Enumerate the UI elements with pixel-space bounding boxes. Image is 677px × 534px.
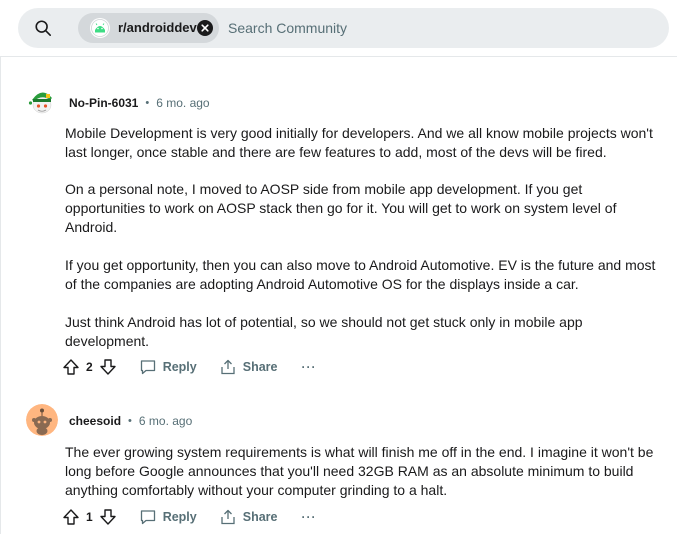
comment-paragraph: If you get opportunity, then you can als… <box>65 257 656 292</box>
meta-separator: • <box>145 97 150 109</box>
vote-group: 1 <box>62 508 117 526</box>
comment-meta: No-Pin-6031 • 6 mo. ago <box>69 96 210 110</box>
reply-button[interactable]: Reply <box>139 358 197 376</box>
community-chip[interactable]: r/androiddev <box>78 13 219 43</box>
upvote-icon[interactable] <box>62 358 80 376</box>
share-button[interactable]: Share <box>219 358 278 376</box>
search-icon[interactable] <box>34 19 52 37</box>
top-bar: r/androiddev <box>0 0 677 57</box>
vote-count: 2 <box>86 360 93 374</box>
more-options-button[interactable]: ··· <box>301 510 316 524</box>
vote-group: 2 <box>62 358 117 376</box>
snoo-avatar-icon <box>26 404 58 436</box>
vote-count: 1 <box>86 510 93 524</box>
author-name[interactable]: No-Pin-6031 <box>69 96 138 110</box>
thread-line <box>0 57 1 534</box>
comment-paragraph: Mobile Development is very good initiall… <box>65 125 653 160</box>
avatar[interactable] <box>26 86 58 118</box>
android-community-icon <box>90 18 110 38</box>
timestamp[interactable]: 6 mo. ago <box>139 414 192 428</box>
downvote-icon[interactable] <box>99 358 117 376</box>
comment-paragraph: Just think Android has lot of potential,… <box>65 314 583 349</box>
comment-bubble-icon <box>140 360 155 375</box>
avatar[interactable] <box>26 404 58 436</box>
comment-paragraph: On a personal note, I moved to AOSP side… <box>65 181 617 235</box>
reply-button[interactable]: Reply <box>139 508 197 526</box>
timestamp[interactable]: 6 mo. ago <box>156 96 209 110</box>
upvote-icon[interactable] <box>62 508 80 526</box>
comment-meta: cheesoid • 6 mo. ago <box>69 414 192 428</box>
close-circle-icon[interactable] <box>197 20 213 36</box>
author-name[interactable]: cheesoid <box>69 414 121 428</box>
community-chip-label: r/androiddev <box>118 20 197 35</box>
comment-bubble-icon <box>140 510 155 525</box>
snoo-avatar-icon <box>26 86 58 118</box>
more-options-button[interactable]: ··· <box>301 360 316 374</box>
share-label: Share <box>242 510 278 524</box>
comment-actions: 1 Reply Share ··· <box>62 506 316 528</box>
search-bar[interactable]: r/androiddev <box>18 8 669 48</box>
share-icon <box>221 509 235 525</box>
search-input[interactable] <box>228 17 648 39</box>
share-icon <box>221 359 235 375</box>
comment-actions: 2 Reply Share ··· <box>62 356 316 378</box>
share-button[interactable]: Share <box>219 508 278 526</box>
reply-label: Reply <box>162 510 197 524</box>
downvote-icon[interactable] <box>99 508 117 526</box>
reply-label: Reply <box>162 360 197 374</box>
share-label: Share <box>242 360 278 374</box>
comment-paragraph: The ever growing system requirements is … <box>65 444 654 498</box>
meta-separator: • <box>128 415 132 427</box>
